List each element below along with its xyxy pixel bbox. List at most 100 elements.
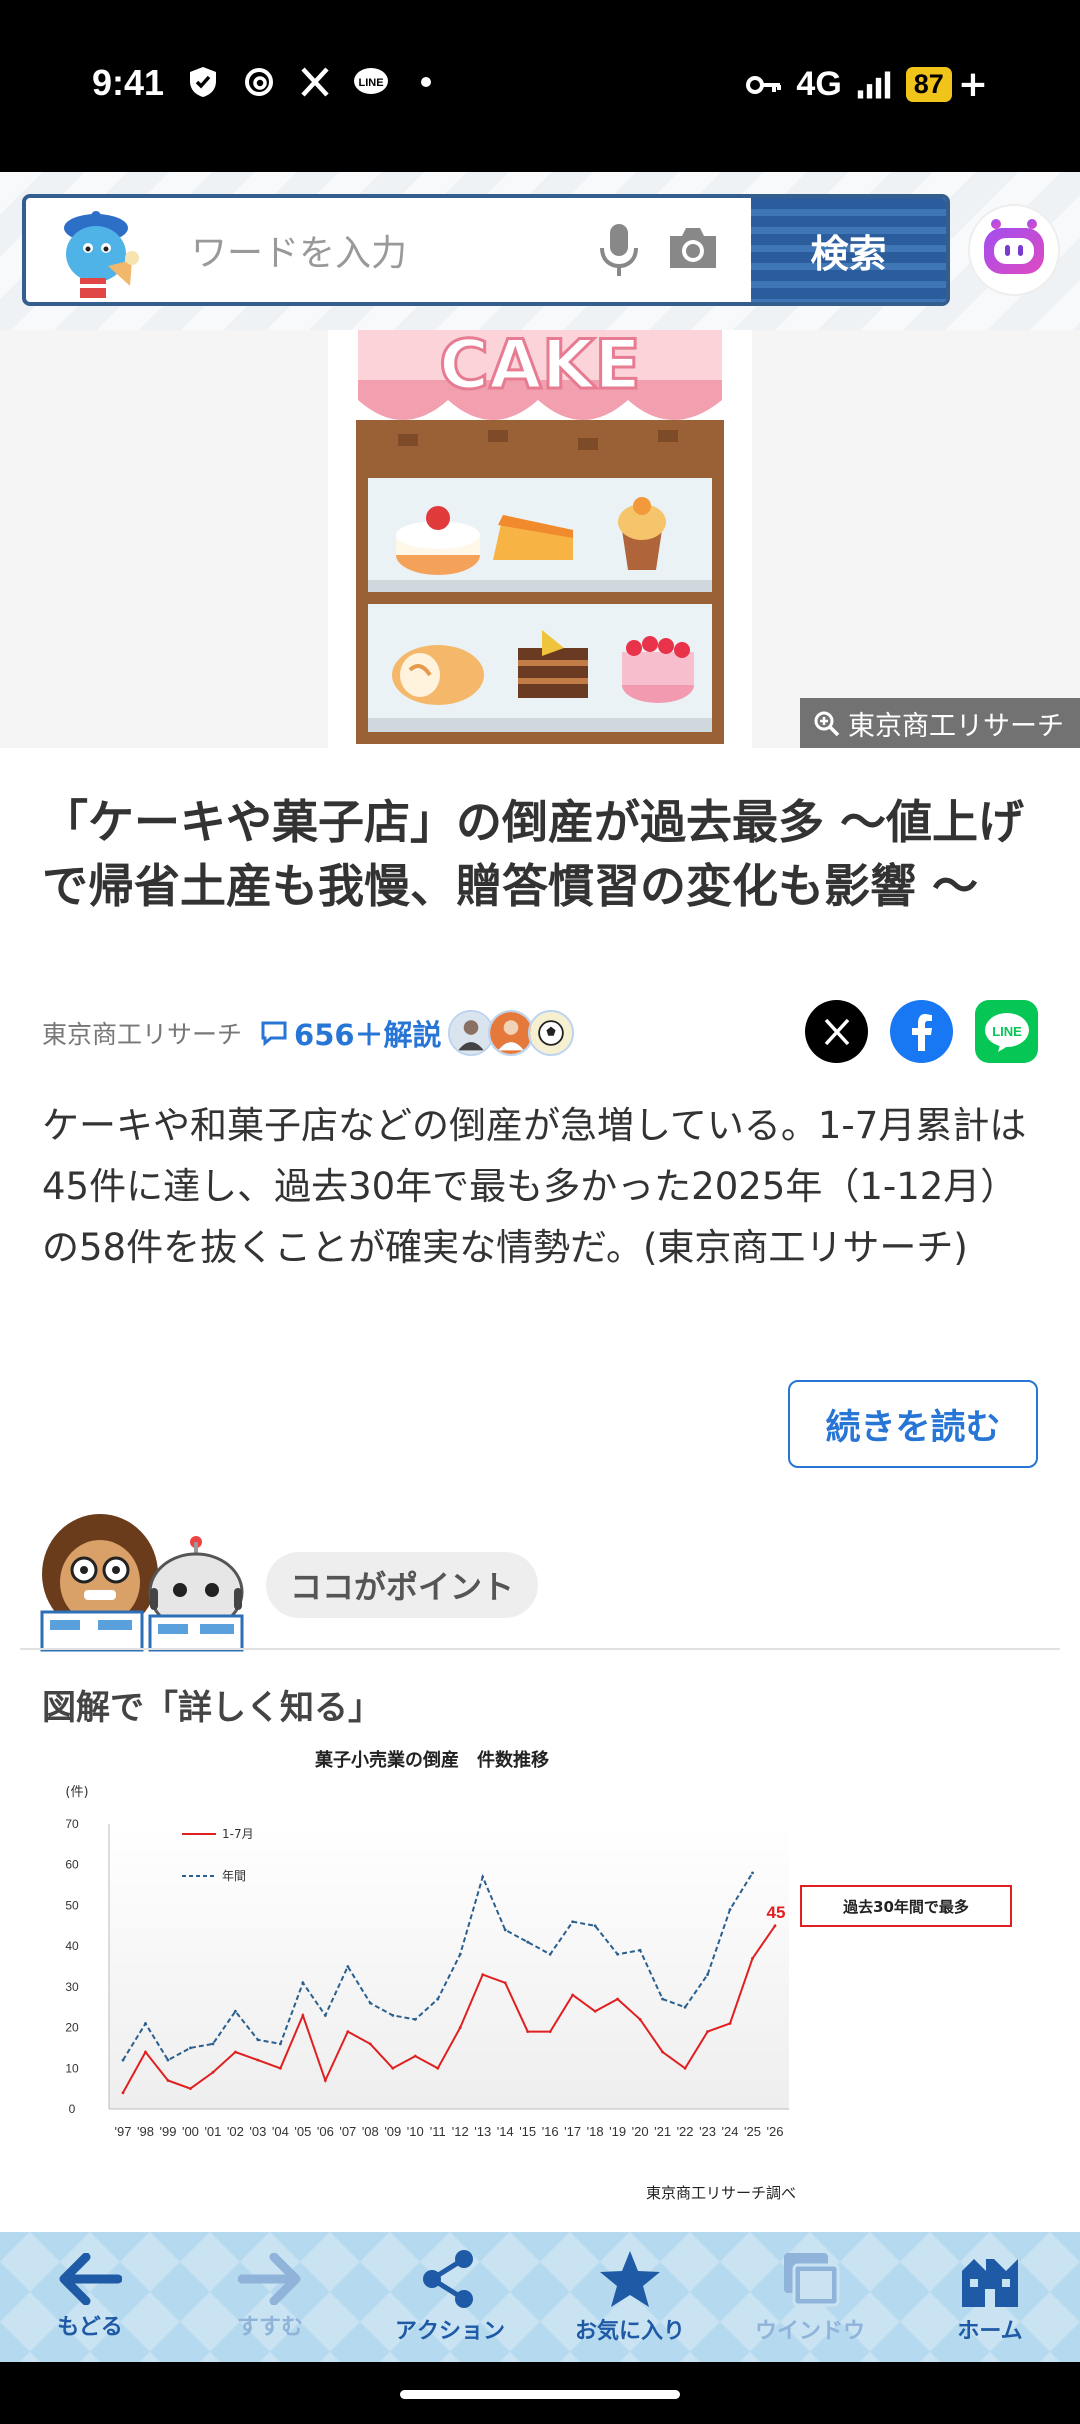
data-point-series-2 <box>593 1924 597 1928</box>
chart-data-label: 45 <box>767 1903 786 1922</box>
notification-icons: LINE <box>185 64 431 100</box>
chart-annotation: 過去30年間で最多 <box>842 1898 969 1916</box>
x-tick-label: '07 <box>339 2124 356 2139</box>
zoom-icon <box>814 711 840 737</box>
article-summary[interactable]: ケーキや和菓子店などの倒産が急増している。1-7月累計は45件に達し、過去30年… <box>42 1095 1042 1278</box>
nav-home[interactable]: ホーム <box>910 2249 1070 2345</box>
data-point-series-2 <box>391 2013 395 2017</box>
y-tick-label: 60 <box>65 1858 79 1872</box>
x-tick-label: '26 <box>767 2124 784 2139</box>
data-point-series-1 <box>481 1973 485 1977</box>
data-point-series-2 <box>189 2046 192 2050</box>
data-point-series-2 <box>751 1871 754 1875</box>
nav-favorites[interactable]: お気に入り <box>550 2249 710 2345</box>
x-tick-label: '21 <box>654 2124 671 2139</box>
photo-credit[interactable]: 東京商工リサーチ <box>800 698 1080 748</box>
section-divider <box>20 1648 1060 1650</box>
facebook-icon <box>911 1013 932 1051</box>
article-headline[interactable]: 「ケーキや菓子店」の倒産が過去最多 〜値上げで帰省土産も我慢、贈答慣習の変化も影… <box>42 790 1042 918</box>
line-icon: LINE <box>353 64 389 100</box>
y-tick-label: 0 <box>69 2102 76 2116</box>
shield-icon <box>185 64 221 100</box>
data-point-series-1 <box>773 1924 777 1928</box>
status-time: 9:41 <box>92 62 165 103</box>
x-tick-label: '00 <box>182 2124 199 2139</box>
data-point-series-1 <box>706 2030 709 2034</box>
x-tick-label: '08 <box>362 2124 379 2139</box>
x-tick-label: '16 <box>542 2124 559 2139</box>
threads-icon <box>241 64 277 100</box>
legend-label-series-2: 年間 <box>222 1869 246 1883</box>
data-point-series-2 <box>278 2042 282 2046</box>
ai-assistant-icon[interactable] <box>970 206 1058 294</box>
article-source[interactable]: 東京商工リサーチ <box>42 1015 242 1051</box>
nav-window[interactable]: ウインドウ <box>730 2249 890 2345</box>
data-point-series-2 <box>436 1997 440 2001</box>
microphone-icon[interactable] <box>596 222 642 282</box>
data-point-series-2 <box>211 2042 215 2046</box>
back-arrow-icon <box>59 2253 122 2305</box>
share-facebook-button[interactable] <box>890 1000 953 1063</box>
data-point-series-1 <box>571 1993 575 1997</box>
data-point-series-1 <box>391 2066 395 2070</box>
read-more-button[interactable]: 続きを読む <box>788 1380 1038 1468</box>
data-point-series-2 <box>526 1940 530 1944</box>
camera-icon[interactable] <box>666 224 720 276</box>
search-button[interactable]: 検索 <box>751 198 946 302</box>
x-tick-label: '97 <box>115 2124 132 2139</box>
data-point-series-2 <box>706 1973 709 1977</box>
cake-sign: CAKE <box>438 330 643 407</box>
expert-avatars[interactable] <box>447 1010 574 1056</box>
hero-image-area[interactable]: CAKE 東京商工リサーチ <box>0 330 1080 748</box>
x-tick-label: '24 <box>722 2124 739 2139</box>
y-tick-label: 70 <box>65 1817 79 1831</box>
x-tick-label: '11 <box>430 2124 446 2139</box>
section-title: 図解で「詳しく知る」 <box>42 1688 382 1728</box>
share-x-button[interactable] <box>805 1000 868 1063</box>
data-point-series-2 <box>234 2009 237 2013</box>
data-point-series-1 <box>683 2066 687 2070</box>
data-point-series-2 <box>144 2022 147 2025</box>
home-icon <box>962 2259 1018 2307</box>
x-tick-label: '13 <box>474 2124 491 2139</box>
point-label[interactable]: ココがポイント <box>266 1552 539 1618</box>
search-box: 検索 <box>22 194 950 306</box>
avatar <box>487 1010 534 1056</box>
data-point-series-1 <box>661 2050 664 2054</box>
nav-favorites-label: お気に入り <box>574 2319 685 2344</box>
cake-shop-illustration: CAKE <box>328 330 752 748</box>
x-icon <box>824 1018 849 1045</box>
home-indicator[interactable] <box>400 2390 680 2399</box>
data-point-series-2 <box>571 1920 575 1924</box>
x-tick-label: '01 <box>204 2124 221 2139</box>
data-point-series-2 <box>458 1952 462 1956</box>
x-tick-label: '19 <box>609 2124 626 2139</box>
share-line-button[interactable]: LINE <box>975 1000 1038 1063</box>
mascot-icon <box>64 211 139 298</box>
data-point-series-2 <box>481 1875 485 1879</box>
y-tick-label: 40 <box>65 1939 79 1953</box>
nav-forward[interactable]: すすむ <box>190 2253 350 2341</box>
avatar <box>527 1010 574 1056</box>
data-point-series-1 <box>548 2030 552 2034</box>
y-tick-label: 50 <box>65 1898 79 1912</box>
data-point-series-2 <box>323 2013 327 2017</box>
data-point-series-2 <box>121 2058 125 2062</box>
bankruptcy-chart[interactable]: 菓子小売業の倒産 件数推移 (件) 0 10 20 30 40 50 60 70 '97 '98… <box>42 1738 1038 2208</box>
photo-credit-text: 東京商工リサーチ <box>848 710 1064 742</box>
data-point-series-1 <box>256 2058 260 2062</box>
data-point-series-1 <box>593 2009 597 2013</box>
nav-action[interactable]: アクション <box>370 2249 530 2345</box>
search-input[interactable] <box>191 228 571 278</box>
data-point-series-1 <box>616 1997 620 2001</box>
data-point-series-1 <box>301 2013 305 2017</box>
x-tick-label: '10 <box>407 2124 424 2139</box>
x-tick-label: '17 <box>564 2124 581 2139</box>
comments-link[interactable]: 656＋解説 <box>260 1012 442 1054</box>
data-point-series-1 <box>503 1981 507 1985</box>
chart-y-unit: (件) <box>65 1785 88 1800</box>
nav-back[interactable]: もどる <box>10 2253 170 2341</box>
data-point-series-1 <box>436 2066 440 2070</box>
data-point-series-1 <box>346 2030 350 2034</box>
data-point-series-2 <box>413 2018 417 2021</box>
